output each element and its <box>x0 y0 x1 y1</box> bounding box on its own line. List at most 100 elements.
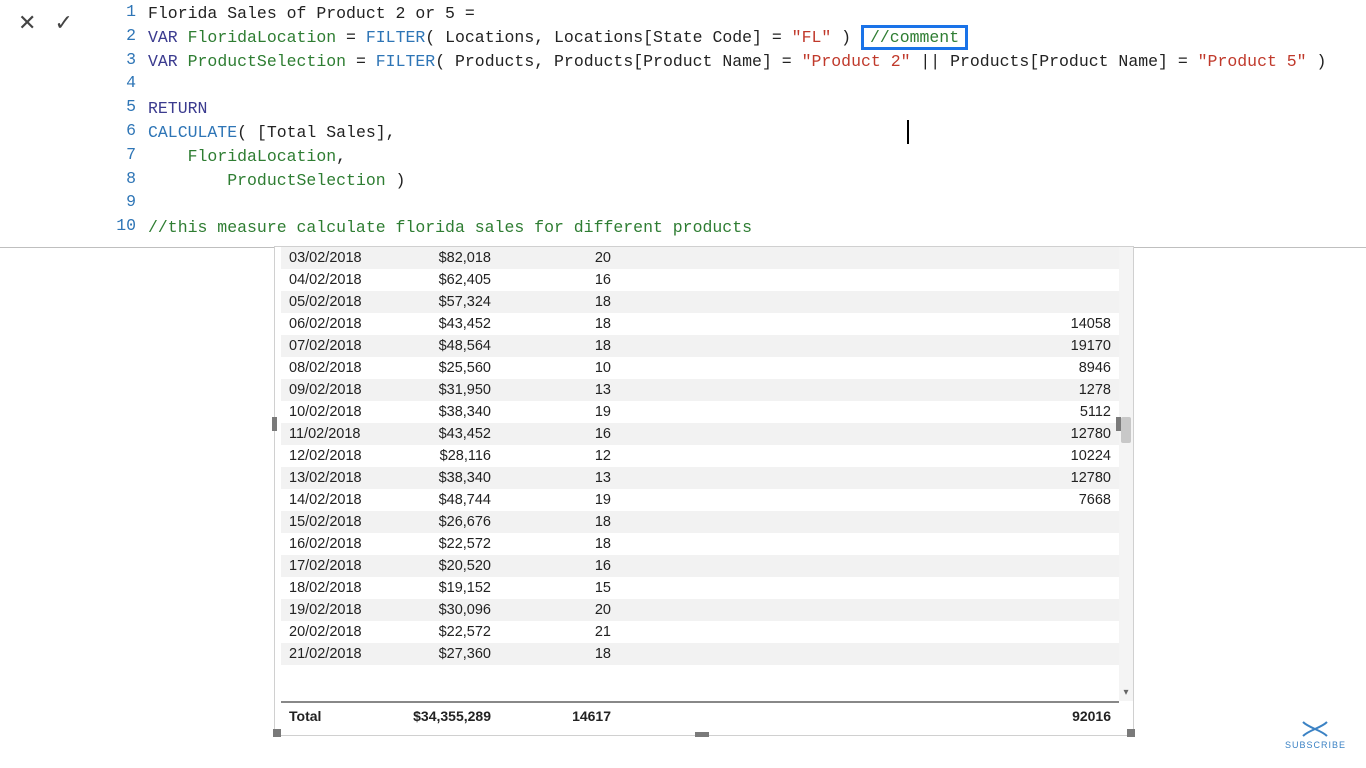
code-line-5[interactable]: RETURN <box>148 97 1366 121</box>
code-line-10[interactable]: //this measure calculate florida sales f… <box>148 216 1366 240</box>
cell-qty: 16 <box>521 555 631 577</box>
cell-qty: 12 <box>521 445 631 467</box>
cell-date: 13/02/2018 <box>281 467 391 489</box>
cell-qty: 20 <box>521 599 631 621</box>
cell-qty: 18 <box>521 291 631 313</box>
table-total-row: Total $34,355,289 14617 92016 <box>281 701 1119 729</box>
table-visual[interactable]: 03/02/2018$82,0182004/02/2018$62,4051605… <box>274 246 1134 736</box>
cell-date: 03/02/2018 <box>281 247 391 269</box>
cell-sales: $38,340 <box>391 401 521 423</box>
cell-date: 09/02/2018 <box>281 379 391 401</box>
cell-sales: $22,572 <box>391 621 521 643</box>
scrollbar-thumb[interactable] <box>1121 417 1131 443</box>
table-row[interactable]: 04/02/2018$62,40516 <box>281 269 1119 291</box>
cell-qty: 20 <box>521 247 631 269</box>
cell-date: 05/02/2018 <box>281 291 391 313</box>
code-line-9[interactable] <box>148 192 1366 216</box>
cell-date: 07/02/2018 <box>281 335 391 357</box>
cancel-icon[interactable]: ✕ <box>18 10 36 36</box>
cell-extra <box>631 577 1119 599</box>
cell-date: 14/02/2018 <box>281 489 391 511</box>
cell-extra: 12780 <box>631 467 1119 489</box>
resize-handle-right[interactable] <box>1116 417 1121 431</box>
line-gutter: 1 2 3 4 5 6 7 8 9 10 <box>110 0 142 247</box>
subscribe-label: SUBSCRIBE <box>1285 740 1346 750</box>
cell-sales: $62,405 <box>391 269 521 291</box>
cell-extra: 8946 <box>631 357 1119 379</box>
table-row[interactable]: 13/02/2018$38,3401312780 <box>281 467 1119 489</box>
total-extra: 92016 <box>631 708 1119 724</box>
table-row[interactable]: 12/02/2018$28,1161210224 <box>281 445 1119 467</box>
code-lines[interactable]: Florida Sales of Product 2 or 5 = VAR Fl… <box>148 2 1366 240</box>
cell-date: 08/02/2018 <box>281 357 391 379</box>
table-row[interactable]: 20/02/2018$22,57221 <box>281 621 1119 643</box>
vertical-scrollbar[interactable]: ▾ <box>1119 247 1133 701</box>
table-row[interactable]: 05/02/2018$57,32418 <box>281 291 1119 313</box>
table-row[interactable]: 08/02/2018$25,560108946 <box>281 357 1119 379</box>
table-row[interactable]: 19/02/2018$30,09620 <box>281 599 1119 621</box>
resize-corner-br[interactable] <box>1127 729 1135 737</box>
cell-qty: 19 <box>521 401 631 423</box>
accept-icon[interactable]: ✓ <box>54 10 72 36</box>
table-row[interactable]: 10/02/2018$38,340195112 <box>281 401 1119 423</box>
cell-qty: 21 <box>521 621 631 643</box>
code-line-7[interactable]: FloridaLocation, <box>148 145 1366 169</box>
cell-sales: $28,116 <box>391 445 521 467</box>
cell-date: 19/02/2018 <box>281 599 391 621</box>
code-line-8[interactable]: ProductSelection ) <box>148 169 1366 193</box>
code-line-3[interactable]: VAR ProductSelection = FILTER( Products,… <box>148 50 1366 74</box>
cell-sales: $48,744 <box>391 489 521 511</box>
cell-sales: $25,560 <box>391 357 521 379</box>
cell-qty: 13 <box>521 467 631 489</box>
table-row[interactable]: 15/02/2018$26,67618 <box>281 511 1119 533</box>
cell-sales: $22,572 <box>391 533 521 555</box>
table-body[interactable]: 03/02/2018$82,0182004/02/2018$62,4051605… <box>281 247 1119 701</box>
resize-handle-left[interactable] <box>272 417 277 431</box>
dna-icon <box>1301 720 1329 738</box>
cell-qty: 15 <box>521 577 631 599</box>
table-row[interactable]: 16/02/2018$22,57218 <box>281 533 1119 555</box>
code-line-6[interactable]: CALCULATE( [Total Sales], <box>148 121 1366 145</box>
cell-qty: 16 <box>521 269 631 291</box>
scroll-down-icon[interactable]: ▾ <box>1119 687 1133 701</box>
subscribe-watermark: SUBSCRIBE <box>1285 720 1346 750</box>
cell-extra: 19170 <box>631 335 1119 357</box>
cell-qty: 18 <box>521 335 631 357</box>
cell-extra <box>631 247 1119 269</box>
table-row[interactable]: 03/02/2018$82,01820 <box>281 247 1119 269</box>
cell-extra <box>631 643 1119 665</box>
table-row[interactable]: 14/02/2018$48,744197668 <box>281 489 1119 511</box>
cell-extra: 12780 <box>631 423 1119 445</box>
cell-date: 06/02/2018 <box>281 313 391 335</box>
cell-date: 17/02/2018 <box>281 555 391 577</box>
cell-sales: $19,152 <box>391 577 521 599</box>
table-row[interactable]: 21/02/2018$27,36018 <box>281 643 1119 665</box>
cell-sales: $26,676 <box>391 511 521 533</box>
dax-editor[interactable]: 1 2 3 4 5 6 7 8 9 10 Florida Sales of Pr… <box>110 0 1366 247</box>
formula-bar: ✕ ✓ 1 2 3 4 5 6 7 8 9 10 Florida Sales o… <box>0 0 1366 248</box>
cell-extra <box>631 555 1119 577</box>
table-row[interactable]: 18/02/2018$19,15215 <box>281 577 1119 599</box>
code-line-2[interactable]: VAR FloridaLocation = FILTER( Locations,… <box>148 26 1366 50</box>
partial-row <box>281 687 1119 697</box>
resize-handle-bottom[interactable] <box>695 732 709 737</box>
cell-sales: $57,324 <box>391 291 521 313</box>
cell-qty: 18 <box>521 511 631 533</box>
code-line-4[interactable] <box>148 73 1366 97</box>
table-row[interactable]: 11/02/2018$43,4521612780 <box>281 423 1119 445</box>
cell-date: 12/02/2018 <box>281 445 391 467</box>
cell-extra <box>631 599 1119 621</box>
table-row[interactable]: 09/02/2018$31,950131278 <box>281 379 1119 401</box>
cell-sales: $27,360 <box>391 643 521 665</box>
resize-corner-bl[interactable] <box>273 729 281 737</box>
total-sales: $34,355,289 <box>391 708 521 724</box>
cell-date: 18/02/2018 <box>281 577 391 599</box>
cell-qty: 19 <box>521 489 631 511</box>
total-qty: 14617 <box>521 708 631 724</box>
table-row[interactable]: 07/02/2018$48,5641819170 <box>281 335 1119 357</box>
code-line-1[interactable]: Florida Sales of Product 2 or 5 = <box>148 2 1366 26</box>
table-row[interactable]: 17/02/2018$20,52016 <box>281 555 1119 577</box>
table-row[interactable]: 06/02/2018$43,4521814058 <box>281 313 1119 335</box>
cell-extra <box>631 269 1119 291</box>
cell-date: 20/02/2018 <box>281 621 391 643</box>
